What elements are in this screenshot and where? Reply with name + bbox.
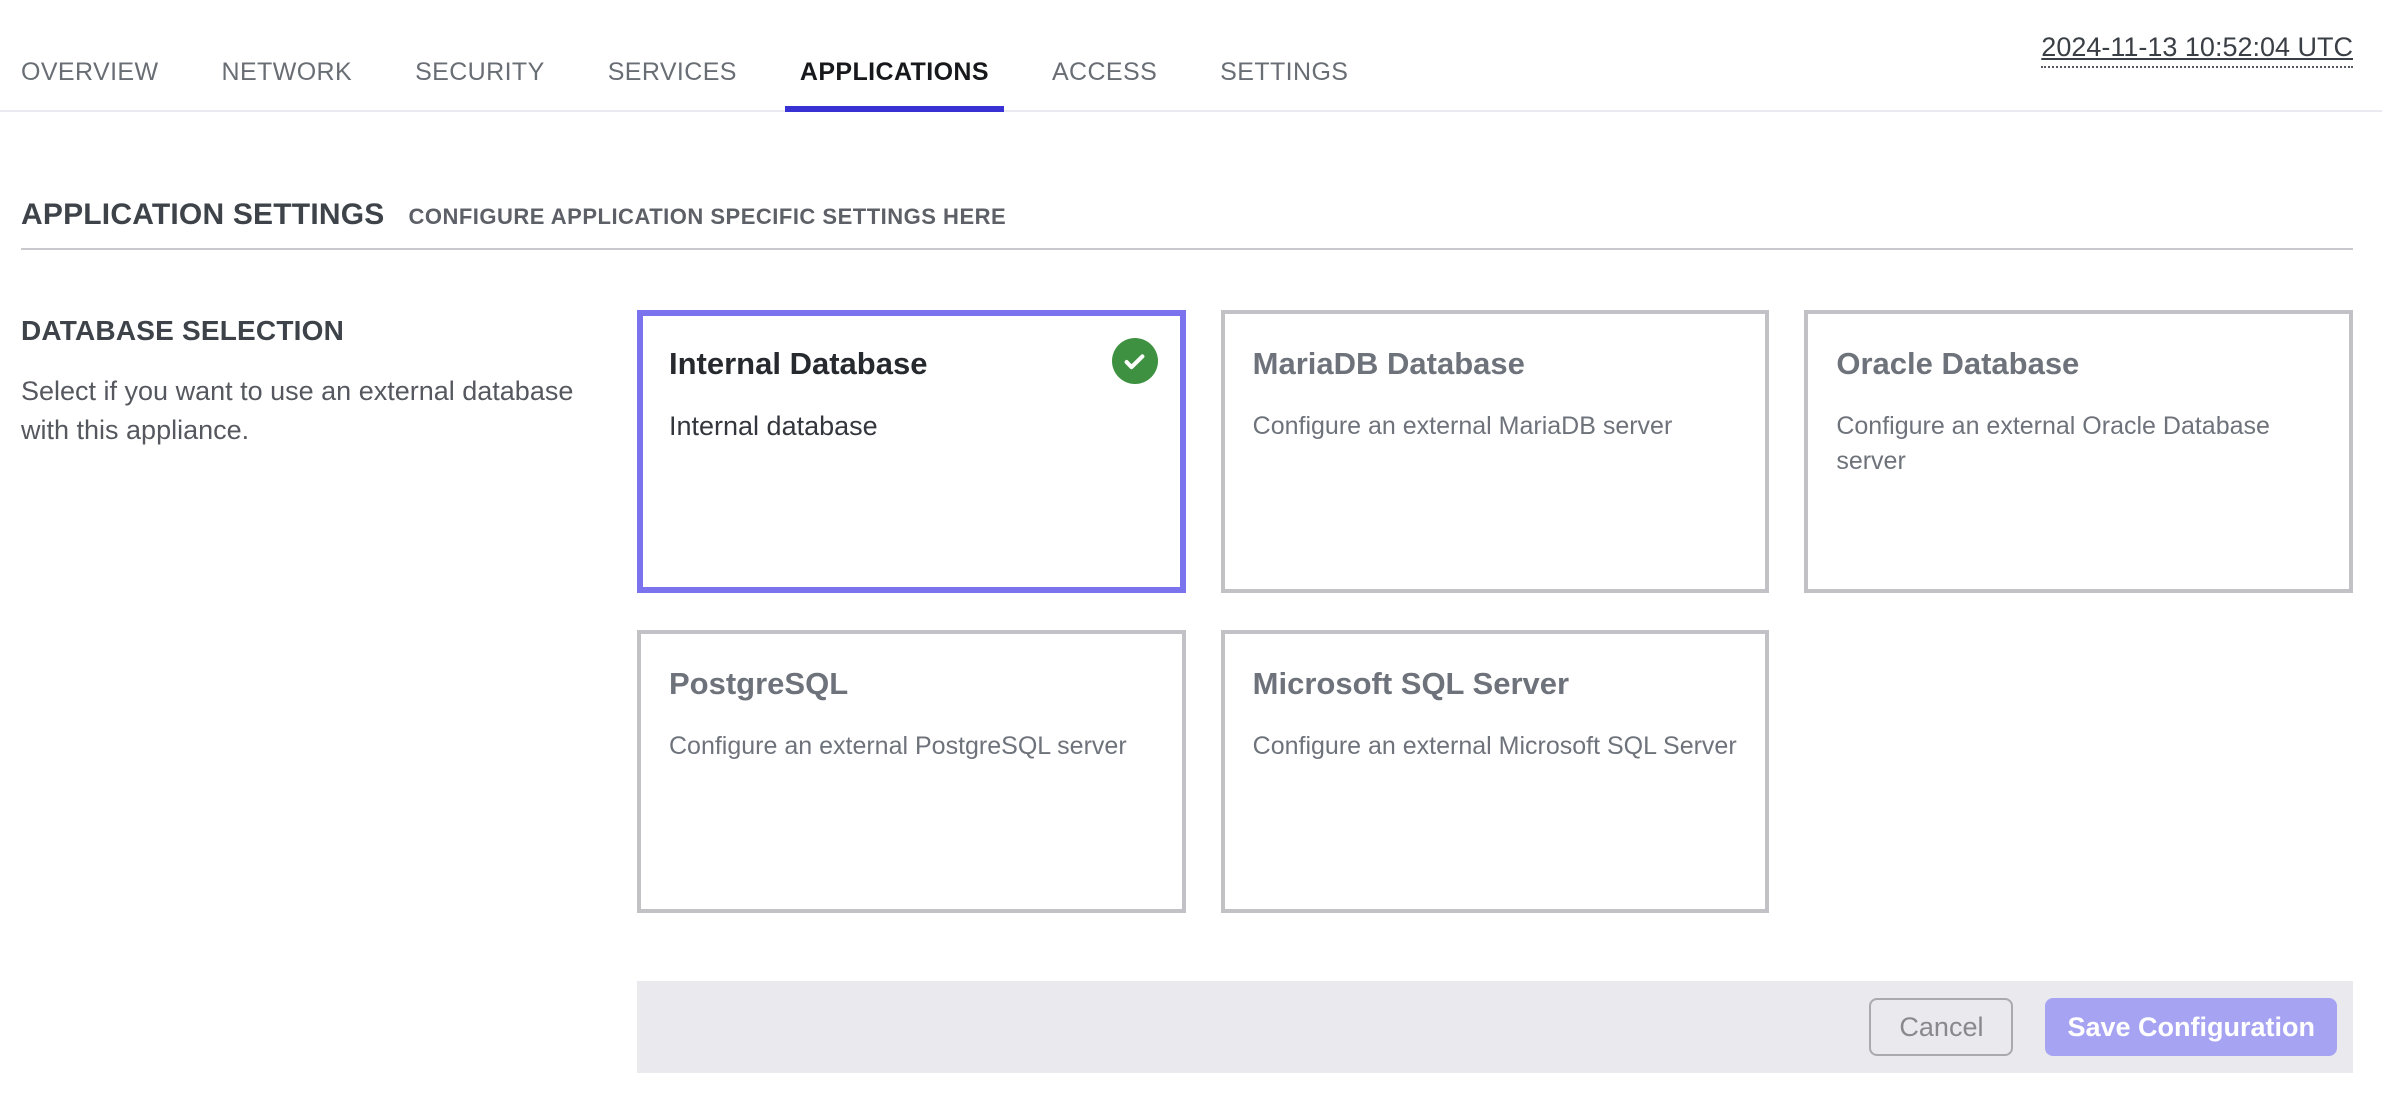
card-title: MariaDB Database bbox=[1253, 345, 1738, 383]
card-oracle-database[interactable]: Oracle Database Configure an external Or… bbox=[1804, 310, 2353, 593]
page-subtitle: CONFIGURE APPLICATION SPECIFIC SETTINGS … bbox=[408, 204, 1006, 230]
card-title: Microsoft SQL Server bbox=[1253, 665, 1738, 703]
tab-list: OVERVIEW NETWORK SECURITY SERVICES APPLICATI… bbox=[6, 0, 1363, 110]
tab-network[interactable]: NETWORK bbox=[207, 0, 368, 110]
database-selection-title: DATABASE SELECTION bbox=[21, 314, 587, 348]
card-description: Configure an external Oracle Database se… bbox=[1836, 409, 2321, 479]
card-description: Configure an external Microsoft SQL Serv… bbox=[1253, 729, 1738, 764]
tab-access[interactable]: ACCESS bbox=[1037, 0, 1172, 110]
card-description: Configure an external MariaDB server bbox=[1253, 409, 1738, 444]
database-option-grid: Internal Database Internal database Mari… bbox=[637, 310, 2353, 913]
tab-settings[interactable]: SETTINGS bbox=[1205, 0, 1363, 110]
timestamp-link[interactable]: 2024-11-13 10:52:04 UTC bbox=[2041, 32, 2353, 68]
cancel-button[interactable]: Cancel bbox=[1869, 998, 2013, 1056]
tab-overview[interactable]: OVERVIEW bbox=[6, 0, 174, 110]
tab-security[interactable]: SECURITY bbox=[400, 0, 560, 110]
card-title: Oracle Database bbox=[1836, 345, 2321, 383]
card-mariadb-database[interactable]: MariaDB Database Configure an external M… bbox=[1221, 310, 1770, 593]
card-description: Configure an external PostgreSQL server bbox=[669, 729, 1154, 764]
save-configuration-button[interactable]: Save Configuration bbox=[2045, 998, 2337, 1056]
selected-check-icon bbox=[1112, 338, 1158, 384]
card-description: Internal database bbox=[669, 409, 1154, 444]
card-title: PostgreSQL bbox=[669, 665, 1154, 703]
tab-services[interactable]: SERVICES bbox=[593, 0, 752, 110]
card-postgresql[interactable]: PostgreSQL Configure an external Postgre… bbox=[637, 630, 1186, 913]
database-selection-description: Select if you want to use an external da… bbox=[21, 372, 587, 450]
page-title: APPLICATION SETTINGS bbox=[21, 198, 384, 232]
section-header: APPLICATION SETTINGS CONFIGURE APPLICATI… bbox=[21, 198, 2353, 250]
database-selection-info: DATABASE SELECTION Select if you want to… bbox=[21, 310, 637, 913]
card-title: Internal Database bbox=[669, 345, 1154, 383]
action-bar: Cancel Save Configuration bbox=[637, 981, 2353, 1073]
top-tab-bar: OVERVIEW NETWORK SECURITY SERVICES APPLICATI… bbox=[0, 0, 2382, 112]
card-internal-database[interactable]: Internal Database Internal database bbox=[637, 310, 1186, 593]
card-microsoft-sql-server[interactable]: Microsoft SQL Server Configure an extern… bbox=[1221, 630, 1770, 913]
application-settings-content: DATABASE SELECTION Select if you want to… bbox=[21, 310, 2353, 913]
tab-applications[interactable]: APPLICATIONS bbox=[785, 0, 1004, 110]
